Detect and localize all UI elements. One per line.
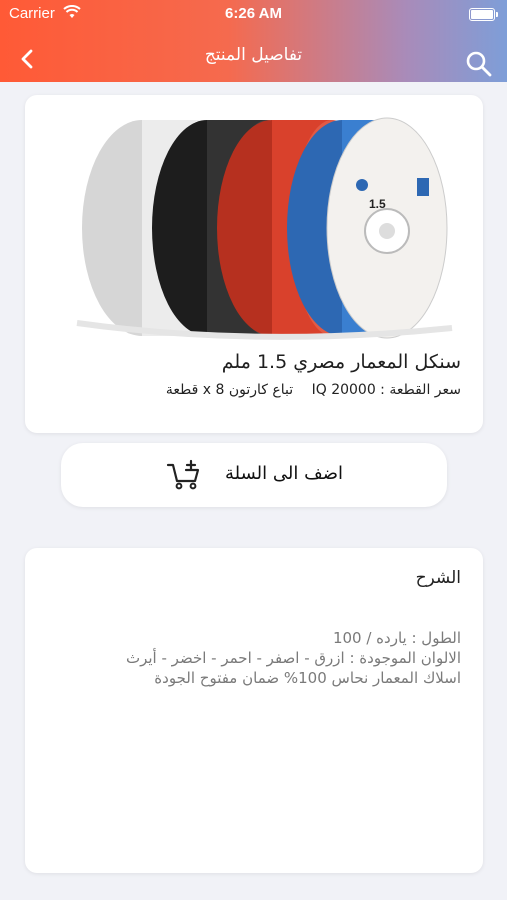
pack-label: تباع كارتون x 8 قطعة: [165, 382, 294, 398]
price-line: سعر القطعة : IQ 20000 تباع كارتون x 8 قط…: [152, 382, 461, 398]
description-card: الشرح الطول : يارده / 100 الالوان الموجو…: [25, 548, 483, 873]
battery-icon: [469, 8, 498, 21]
search-icon[interactable]: [465, 50, 493, 78]
top-header: Carrier 6:26 AM تفاصيل المنتج: [0, 0, 507, 82]
product-card: 1.5 سنكل المعمار مصري 1.5 ملم سعر القطعة…: [25, 95, 483, 433]
price-label: سعر القطعة : IQ 20000: [311, 382, 461, 398]
add-to-cart-label: اضف الى السلة: [224, 463, 343, 484]
spool-blue: 1.5: [287, 117, 448, 339]
description-title: الشرح: [415, 568, 461, 588]
description-line: الالوان الموجودة : ازرق - اصفر - احمر - …: [125, 649, 461, 667]
add-to-cart-button[interactable]: اضف الى السلة: [61, 443, 447, 507]
description-line: الطول : يارده / 100: [332, 629, 461, 647]
status-bar: Carrier 6:26 AM: [0, 0, 507, 28]
description-line: اسلاك المعمار نحاس 100% ضمان مفتوح الجود…: [154, 669, 461, 687]
product-image: 1.5: [76, 117, 453, 340]
description-body: الطول : يارده / 100 الالوان الموجودة : ا…: [41, 628, 461, 688]
product-name: سنكل المعمار مصري 1.5 ملم: [221, 351, 461, 373]
cart-add-icon: [166, 459, 200, 490]
page-title: تفاصيل المنتج: [204, 45, 303, 65]
svg-text:1.5: 1.5: [369, 197, 386, 211]
status-time: 6:26 AM: [225, 5, 282, 22]
